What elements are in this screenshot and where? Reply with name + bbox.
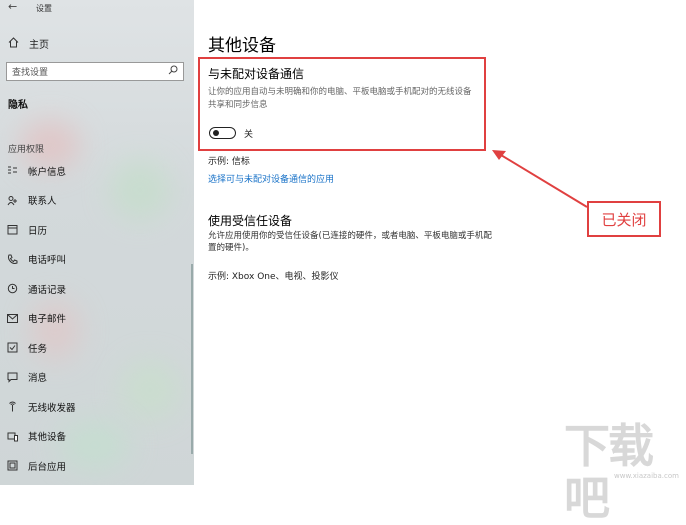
sidebar-item-label: 无线收发器 <box>28 402 76 414</box>
sidebar-item-label: 后台应用 <box>28 461 67 473</box>
sidebar-item-calendar[interactable]: 日历 <box>0 215 194 245</box>
other-devices-icon <box>6 431 18 442</box>
home-nav-item[interactable]: 主页 <box>8 36 49 51</box>
sidebar-item-label: 电话呼叫 <box>28 255 67 267</box>
home-label: 主页 <box>29 40 49 51</box>
sidebar-item-phone[interactable]: 电话呼叫 <box>0 245 194 275</box>
sidebar-item-label: 联系人 <box>28 196 57 208</box>
search-placeholder: 查找设置 <box>12 68 49 78</box>
toggle-knob <box>213 130 219 136</box>
sidebar-scrollbar[interactable] <box>191 264 193 454</box>
sidebar-item-account-info[interactable]: 帐户信息 <box>0 156 194 186</box>
sidebar-item-label: 消息 <box>28 373 48 385</box>
sidebar: ← 设置 主页 查找设置 隐私 应用权限 帐户信息 联系人 日历 电话呼叫 通话… <box>0 0 194 485</box>
sidebar-item-label: 任务 <box>28 343 48 355</box>
messaging-icon <box>6 372 18 383</box>
sidebar-item-label: 日历 <box>28 225 48 237</box>
calendar-icon <box>6 224 18 235</box>
trusted-devices-heading: 使用受信任设备 <box>208 214 293 228</box>
tasks-icon <box>6 342 18 353</box>
trusted-devices-description: 允许应用使用你的受信任设备(已连接的硬件，或者电脑、平板电脑或手机配置的硬件)。 <box>208 231 492 253</box>
contacts-icon <box>6 195 18 206</box>
trusted-example-text: 示例: Xbox One、电视、投影仪 <box>208 272 339 282</box>
account-info-icon <box>6 166 18 175</box>
page-title: 其他设备 <box>208 36 276 56</box>
window-title: 设置 <box>36 4 52 13</box>
sidebar-item-background-apps[interactable]: 后台应用 <box>0 451 194 481</box>
watermark-url: www.xiazaiba.com <box>614 472 679 480</box>
sidebar-item-other-devices[interactable]: 其他设备 <box>0 422 194 452</box>
background-apps-icon <box>6 460 18 471</box>
back-arrow-icon[interactable]: ← <box>8 0 17 13</box>
unpaired-example-text: 示例: 信标 <box>208 157 250 167</box>
unpaired-devices-toggle[interactable] <box>209 127 236 139</box>
group-title: 应用权限 <box>8 145 45 155</box>
sidebar-item-call-history[interactable]: 通话记录 <box>0 274 194 304</box>
sidebar-item-tasks[interactable]: 任务 <box>0 333 194 363</box>
sidebar-item-radios[interactable]: 无线收发器 <box>0 392 194 422</box>
search-input[interactable]: 查找设置 <box>6 62 184 81</box>
sidebar-item-messaging[interactable]: 消息 <box>0 363 194 393</box>
home-icon <box>8 36 19 51</box>
radios-icon <box>6 401 18 412</box>
sidebar-item-label: 其他设备 <box>28 432 67 444</box>
sidebar-item-contacts[interactable]: 联系人 <box>0 186 194 216</box>
toggle-state-label: 关 <box>244 130 254 140</box>
email-icon <box>6 313 18 323</box>
section-title: 隐私 <box>8 100 28 111</box>
search-icon[interactable] <box>168 65 178 78</box>
unpaired-devices-heading: 与未配对设备通信 <box>208 67 305 81</box>
phone-icon <box>6 254 18 265</box>
sidebar-item-label: 电子邮件 <box>28 314 67 326</box>
main-panel: 其他设备 与未配对设备通信 让你的应用自动与未明确和你的电脑、平板电脑或手机配对… <box>194 0 686 524</box>
sidebar-item-label: 通话记录 <box>28 284 67 296</box>
sidebar-item-label: 帐户信息 <box>28 166 67 178</box>
nav-list: 帐户信息 联系人 日历 电话呼叫 通话记录 电子邮件 任务 消息 无线收发器 其… <box>0 156 194 481</box>
unpaired-devices-description: 让你的应用自动与未明确和你的电脑、平板电脑或手机配对的无线设备共享和同步信息 <box>208 87 472 110</box>
annotation-callout: 已关闭 <box>587 201 661 237</box>
choose-apps-link[interactable]: 选择可与未配对设备通信的应用 <box>208 172 334 185</box>
call-history-icon <box>6 283 18 294</box>
sidebar-item-email[interactable]: 电子邮件 <box>0 304 194 334</box>
